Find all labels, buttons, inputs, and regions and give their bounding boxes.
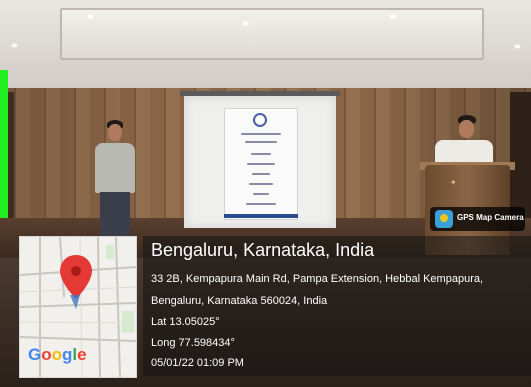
address-line-2: Bengaluru, Karnataka 560024, India xyxy=(151,295,328,307)
ceiling-light xyxy=(88,15,93,18)
ceiling-light xyxy=(12,44,17,47)
projected-slide xyxy=(224,108,298,220)
latitude: Lat 13.05025° xyxy=(151,316,220,328)
gps-camera-icon xyxy=(435,210,453,228)
ceiling-light xyxy=(243,22,248,25)
location-pin-icon xyxy=(60,255,92,299)
badge-label: GPS Map Camera xyxy=(457,213,524,222)
ceiling xyxy=(0,0,531,95)
projector-screen xyxy=(184,96,336,228)
ceiling-light xyxy=(390,15,395,18)
longitude: Long 77.598434° xyxy=(151,337,235,349)
ceiling-light xyxy=(515,45,520,48)
slide-taskbar xyxy=(224,214,298,218)
gps-map-camera-badge: GPS Map Camera xyxy=(430,207,525,231)
map-thumbnail: Google xyxy=(19,236,137,378)
photo-scene: ✦ GPS Map Camera Google Bengaluru, Karna… xyxy=(0,0,531,387)
datetime: 05/01/22 01:09 PM xyxy=(151,357,244,369)
location-info-panel: Bengaluru, Karnataka, India 33 2B, Kempa… xyxy=(143,236,531,376)
google-logo: Google xyxy=(28,345,87,364)
green-edge xyxy=(0,70,8,220)
podium-emblem: ✦ xyxy=(449,177,459,188)
ceiling-panel xyxy=(60,8,484,60)
location-title: Bengaluru, Karnataka, India xyxy=(151,240,375,260)
address-line-1: 33 2B, Kempapura Main Rd, Pampa Extensio… xyxy=(151,273,484,285)
